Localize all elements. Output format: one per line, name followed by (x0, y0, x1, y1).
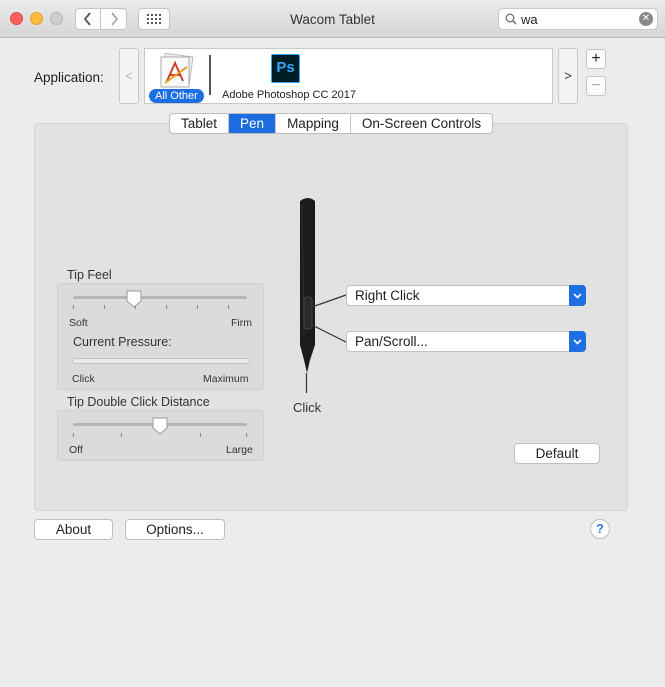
search-icon (505, 13, 517, 25)
double-click-label: Tip Double Click Distance (67, 395, 210, 409)
options-button[interactable]: Options... (125, 519, 225, 540)
tab-tablet[interactable]: Tablet (170, 114, 228, 133)
tip-feel-min-label: Soft (69, 317, 88, 329)
default-button[interactable]: Default (514, 443, 600, 464)
scroll-apps-left-button[interactable]: < (119, 48, 139, 104)
application-label: Application: (34, 70, 104, 85)
tab-on-screen-controls[interactable]: On-Screen Controls (349, 114, 492, 133)
about-button[interactable]: About (34, 519, 113, 540)
slider-tick (228, 305, 229, 309)
double-click-min-label: Off (69, 444, 83, 456)
chevron-down-icon (569, 285, 586, 306)
add-application-button[interactable]: + (586, 49, 606, 69)
current-pressure-bar (72, 358, 250, 364)
help-button[interactable]: ? (590, 519, 610, 539)
all-other-icon (160, 53, 194, 88)
tip-feel-track (73, 296, 247, 299)
upper-side-switch-dropdown[interactable]: Right Click (346, 285, 586, 306)
slider-tick (197, 305, 198, 309)
search-input[interactable]: wa (521, 12, 538, 27)
photoshop-icon: Ps (271, 54, 300, 83)
title-bar: Wacom Tablet wa ✕ (0, 0, 665, 38)
upper-side-switch-value: Right Click (355, 288, 420, 303)
current-pressure-label: Current Pressure: (73, 335, 172, 349)
app-item-label: Adobe Photoshop CC 2017 (222, 89, 356, 101)
tip-feel-label: Tip Feel (67, 268, 112, 282)
pressure-min-label: Click (72, 373, 95, 385)
slider-tick (246, 433, 247, 437)
tab-bar: Tablet Pen Mapping On-Screen Controls (169, 113, 494, 134)
lower-side-switch-value: Pan/Scroll... (355, 334, 428, 349)
slider-tick (73, 305, 74, 309)
search-field[interactable]: wa ✕ (498, 8, 658, 30)
scroll-apps-right-button[interactable]: > (558, 48, 578, 104)
slider-tick (200, 433, 201, 437)
app-divider (209, 55, 211, 95)
application-list: All Other Ps Adobe Photoshop CC 2017 (144, 48, 553, 104)
slider-tick (104, 305, 105, 309)
double-click-slider-thumb[interactable] (152, 417, 168, 435)
double-click-max-label: Large (226, 444, 253, 456)
remove-application-button[interactable]: − (586, 76, 606, 96)
chevron-down-icon (569, 331, 586, 352)
slider-tick (73, 433, 74, 437)
pen-tip-label: Click (293, 400, 322, 415)
tab-pen[interactable]: Pen (228, 114, 276, 133)
tip-feel-max-label: Firm (231, 317, 252, 329)
lower-side-switch-dropdown[interactable]: Pan/Scroll... (346, 331, 586, 352)
pressure-max-label: Maximum (203, 373, 249, 385)
slider-tick (121, 433, 122, 437)
tip-feel-slider-thumb[interactable] (126, 290, 142, 308)
app-item-label: All Other (149, 89, 204, 103)
slider-tick (166, 305, 167, 309)
tab-mapping[interactable]: Mapping (275, 114, 350, 133)
clear-icon[interactable]: ✕ (639, 12, 653, 26)
